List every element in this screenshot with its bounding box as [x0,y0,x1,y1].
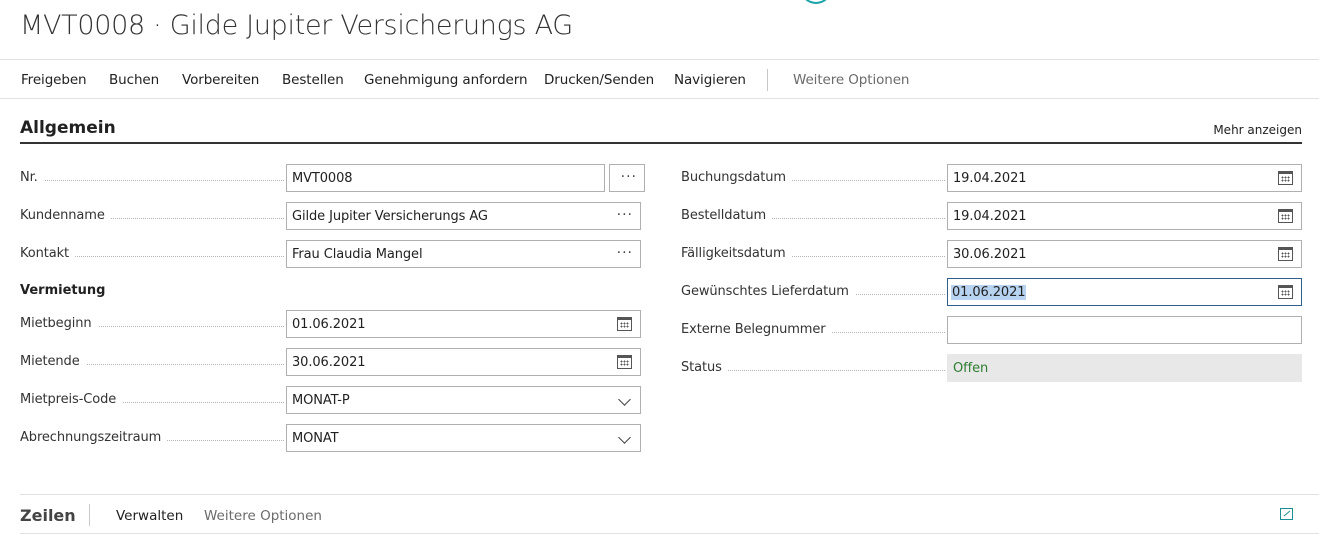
nr-label: Nr. [20,170,44,185]
general-section-header: Allgemein Mehr anzeigen [20,118,1302,144]
billing-period-label: Abrechnungszeitraum [20,430,168,445]
calendar-icon[interactable] [1278,247,1293,261]
calendar-icon[interactable] [617,317,632,331]
lines-manage[interactable]: Verwalten [116,508,183,524]
field-row-billing-period: Abrechnungszeitraum MONAT [20,424,641,452]
field-row-rental-end: Mietende 30.06.2021 [20,348,641,376]
field-row-due-date: Fälligkeitsdatum 30.06.2021 [681,240,1302,268]
calendar-icon[interactable] [617,355,632,369]
action-print-send[interactable]: Drucken/Senden [544,72,654,88]
general-section-title[interactable]: Allgemein [20,118,116,138]
nr-input[interactable]: MVT0008 [286,164,605,192]
price-code-label: Mietpreis-Code [20,392,123,407]
nr-value: MVT0008 [292,171,353,186]
posting-date-value: 19.04.2021 [953,171,1027,186]
requested-delivery-input[interactable]: 01.06.2021 [947,278,1302,306]
due-date-input[interactable]: 30.06.2021 [947,240,1302,268]
lines-separator [89,504,90,526]
requested-delivery-value: 01.06.2021 [951,285,1027,300]
customer-name-input[interactable]: Gilde Jupiter Versicherungs AG ··· [286,202,641,230]
ellipsis-icon[interactable]: ··· [617,207,633,223]
lines-section-bar: Zeilen Verwalten Weitere Optionen [20,494,1319,534]
rental-subheading: Vermietung [20,283,106,298]
action-separator [767,69,768,91]
field-row-requested-delivery: Gewünschtes Lieferdatum 01.06.2021 [681,278,1302,306]
action-navigate[interactable]: Navigieren [674,72,746,88]
nr-lookup-button[interactable]: ··· [609,164,645,192]
chevron-down-icon[interactable] [618,431,631,444]
ellipsis-icon: ··· [620,169,637,185]
rental-start-label: Mietbeginn [20,316,98,331]
chevron-down-icon[interactable] [618,393,631,406]
status-label: Status [681,360,728,375]
order-date-label: Bestelldatum [681,208,773,223]
price-code-select[interactable]: MONAT-P [286,386,641,414]
ellipsis-icon[interactable]: ··· [617,245,633,261]
action-more-options[interactable]: Weitere Optionen [793,72,909,88]
rental-end-input[interactable]: 30.06.2021 [286,348,641,376]
due-date-label: Fälligkeitsdatum [681,246,792,261]
calendar-icon[interactable] [1278,171,1293,185]
field-row-price-code: Mietpreis-Code MONAT-P [20,386,641,414]
calendar-icon[interactable] [1278,285,1293,299]
field-row-contact: Kontakt Frau Claudia Mangel ··· [20,240,641,268]
lines-section-title[interactable]: Zeilen [20,506,76,525]
contact-value: Frau Claudia Mangel [292,247,423,262]
rental-start-value: 01.06.2021 [292,317,366,332]
field-row-customer-name: Kundenname Gilde Jupiter Versicherungs A… [20,202,641,230]
billing-period-select[interactable]: MONAT [286,424,641,452]
price-code-value: MONAT-P [292,393,350,408]
contact-label: Kontakt [20,246,76,261]
action-bar: Freigeben Buchen Vorbereiten Bestellen G… [0,59,1319,99]
posting-date-input[interactable]: 19.04.2021 [947,164,1302,192]
order-date-input[interactable]: 19.04.2021 [947,202,1302,230]
action-prepare[interactable]: Vorbereiten [182,72,259,88]
page-title: MVT0008 · Gilde Jupiter Versicherungs AG [20,10,573,41]
action-post[interactable]: Buchen [109,72,159,88]
external-doc-label: Externe Belegnummer [681,322,832,337]
action-release[interactable]: Freigeben [21,72,87,88]
lines-more-options[interactable]: Weitere Optionen [204,508,322,524]
rental-start-input[interactable]: 01.06.2021 [286,310,641,338]
customer-name-value: Gilde Jupiter Versicherungs AG [292,209,488,224]
action-request-approval[interactable]: Genehmigung anfordern [364,72,528,88]
contact-input[interactable]: Frau Claudia Mangel ··· [286,240,641,268]
field-row-rental-start: Mietbeginn 01.06.2021 [20,310,641,338]
calendar-icon[interactable] [1278,209,1293,223]
due-date-value: 30.06.2021 [953,247,1027,262]
order-date-value: 19.04.2021 [953,209,1027,224]
status-value: Offen [953,361,989,376]
field-row-status: Status Offen [681,354,1302,382]
rental-end-label: Mietende [20,354,86,369]
billing-period-value: MONAT [292,431,339,446]
field-row-external-doc: Externe Belegnummer [681,316,1302,344]
top-circle-icon [800,0,832,4]
rental-end-value: 30.06.2021 [292,355,366,370]
action-order[interactable]: Bestellen [282,72,344,88]
expand-icon[interactable] [1280,508,1293,520]
status-field: Offen [947,354,1302,382]
external-doc-input[interactable] [947,316,1302,344]
show-more-link[interactable]: Mehr anzeigen [1213,123,1302,137]
posting-date-label: Buchungsdatum [681,170,792,185]
field-row-nr: Nr. MVT0008 ··· [20,164,645,192]
requested-delivery-label: Gewünschtes Lieferdatum [681,284,855,299]
field-row-order-date: Bestelldatum 19.04.2021 [681,202,1302,230]
customer-name-label: Kundenname [20,208,111,223]
field-row-posting-date: Buchungsdatum 19.04.2021 [681,164,1302,192]
